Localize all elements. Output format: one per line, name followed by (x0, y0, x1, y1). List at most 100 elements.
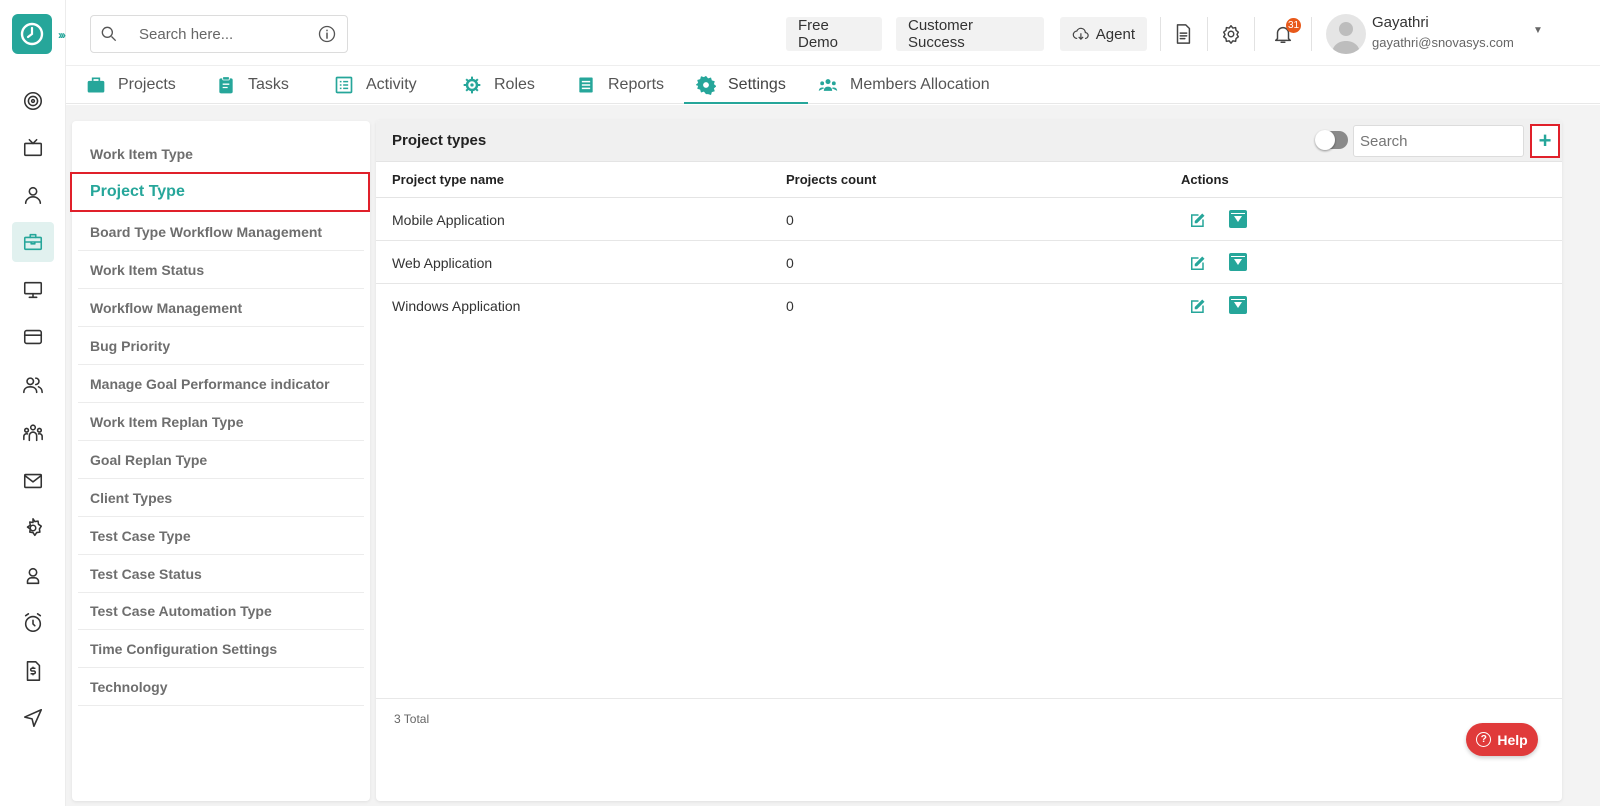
table-row: Mobile Application 0 (376, 198, 1562, 241)
column-header-count[interactable]: Projects count (786, 172, 876, 187)
nav-tabs: Projects Tasks Activity Roles Reports Se… (66, 66, 1600, 104)
rail-send-icon[interactable] (12, 698, 54, 738)
tab-projects[interactable]: Projects (86, 66, 176, 104)
tab-activity[interactable]: Activity (334, 66, 417, 104)
panel-header: Project types + (376, 120, 1562, 162)
document-icon[interactable] (1169, 20, 1197, 48)
menu-item-test-case-status[interactable]: Test Case Status (78, 555, 364, 593)
chevron-down-icon[interactable]: ▼ (1533, 25, 1543, 36)
settings-menu: Work Item Type Project Type Board Type W… (70, 121, 370, 801)
expand-rail-icon[interactable]: ››› (58, 28, 66, 42)
menu-item-technology[interactable]: Technology (78, 668, 364, 706)
rail-dashboard-icon[interactable] (12, 81, 54, 121)
tab-reports[interactable]: Reports (576, 66, 664, 104)
menu-item-work-item-replan-type[interactable]: Work Item Replan Type (78, 403, 364, 441)
search-icon (101, 26, 117, 42)
menu-item-time-configuration[interactable]: Time Configuration Settings (78, 630, 364, 668)
tab-members-allocation[interactable]: Members Allocation (818, 66, 990, 104)
notification-badge: 31 (1286, 18, 1302, 33)
tab-label: Roles (494, 76, 535, 93)
rail-card-icon[interactable] (12, 317, 54, 357)
panel-footer-divider (376, 698, 1562, 699)
left-rail: ››› (0, 0, 66, 806)
divider (1160, 17, 1161, 51)
help-button[interactable]: ? Help (1466, 723, 1538, 756)
settings-gear-icon[interactable] (1217, 20, 1245, 48)
rail-mail-icon[interactable] (12, 461, 54, 501)
panel-title: Project types (392, 132, 487, 149)
gear-icon (696, 75, 716, 95)
menu-item-work-item-status[interactable]: Work Item Status (78, 251, 364, 289)
tab-tasks[interactable]: Tasks (216, 66, 289, 104)
table-header: Project type name Projects count Actions (376, 162, 1562, 198)
users-icon (818, 79, 838, 91)
panel-search-input[interactable] (1353, 125, 1524, 157)
cloud-download-icon (1072, 27, 1089, 41)
avatar[interactable] (1326, 14, 1366, 54)
menu-item-client-types[interactable]: Client Types (78, 479, 364, 517)
table-row: Web Application 0 (376, 241, 1562, 284)
menu-item-project-type[interactable]: Project Type (70, 172, 370, 212)
tab-label: Activity (366, 76, 417, 93)
menu-item-board-type-workflow[interactable]: Board Type Workflow Management (78, 213, 364, 251)
menu-item-work-item-type[interactable]: Work Item Type (78, 135, 364, 173)
row-count: 0 (786, 212, 794, 228)
user-name[interactable]: Gayathri (1372, 14, 1429, 31)
archive-icon[interactable] (1229, 210, 1247, 228)
app-logo[interactable] (12, 14, 52, 54)
rail-tv-icon[interactable] (12, 128, 54, 168)
user-avatar-icon (1332, 22, 1360, 54)
global-search[interactable]: Search here... (90, 15, 348, 53)
clipboard-icon (219, 76, 233, 94)
agent-label: Agent (1095, 25, 1135, 43)
table-row: Windows Application 0 (376, 284, 1562, 327)
menu-item-test-case-type[interactable]: Test Case Type (78, 517, 364, 555)
tab-settings[interactable]: Settings (684, 66, 808, 104)
edit-icon[interactable] (1188, 212, 1206, 230)
tab-roles[interactable]: Roles (462, 66, 535, 104)
divider (1254, 17, 1255, 51)
free-demo-button[interactable]: Free Demo (786, 17, 882, 51)
rail-alarm-icon[interactable] (12, 603, 54, 643)
edit-icon[interactable] (1188, 255, 1206, 273)
gear-icon (463, 76, 481, 94)
menu-item-workflow-management[interactable]: Workflow Management (78, 289, 364, 327)
tab-label: Members Allocation (850, 76, 990, 93)
help-label: Help (1497, 731, 1528, 748)
rail-team-icon[interactable] (12, 365, 54, 405)
column-header-name[interactable]: Project type name (392, 172, 504, 187)
rail-monitor-icon[interactable] (12, 270, 54, 310)
rail-projects-icon[interactable] (12, 222, 54, 262)
add-project-type-button[interactable]: + (1530, 124, 1560, 158)
user-email: gayathri@snovasys.com (1372, 35, 1514, 50)
archive-icon[interactable] (1229, 296, 1247, 314)
tab-label: Settings (728, 76, 786, 93)
row-count: 0 (786, 298, 794, 314)
row-count: 0 (786, 255, 794, 271)
row-name: Web Application (392, 255, 493, 271)
menu-item-goal-replan-type[interactable]: Goal Replan Type (78, 441, 364, 479)
rail-group-icon[interactable] (12, 413, 54, 453)
divider (1207, 17, 1208, 51)
agent-button[interactable]: Agent (1060, 17, 1147, 51)
menu-item-goal-performance-indicator[interactable]: Manage Goal Performance indicator (78, 365, 364, 403)
total-count: 3 Total (394, 712, 430, 726)
info-icon[interactable] (317, 24, 337, 44)
clock-logo-icon (20, 22, 44, 46)
menu-item-test-case-automation-type[interactable]: Test Case Automation Type (78, 592, 364, 630)
rail-invoice-icon[interactable] (12, 651, 54, 691)
row-name: Mobile Application (392, 212, 505, 228)
divider (1311, 17, 1312, 51)
search-placeholder: Search here... (139, 25, 234, 43)
edit-icon[interactable] (1188, 298, 1206, 316)
briefcase-icon (87, 77, 105, 93)
list-icon (335, 76, 353, 94)
rail-settings-icon[interactable] (12, 508, 54, 548)
archive-icon[interactable] (1229, 253, 1247, 271)
archive-toggle[interactable] (1315, 130, 1348, 150)
rail-profile-icon[interactable] (12, 556, 54, 596)
rail-user-icon[interactable] (12, 175, 54, 215)
customer-success-button[interactable]: Customer Success (896, 17, 1044, 51)
question-icon: ? (1476, 732, 1492, 747)
menu-item-bug-priority[interactable]: Bug Priority (78, 327, 364, 365)
